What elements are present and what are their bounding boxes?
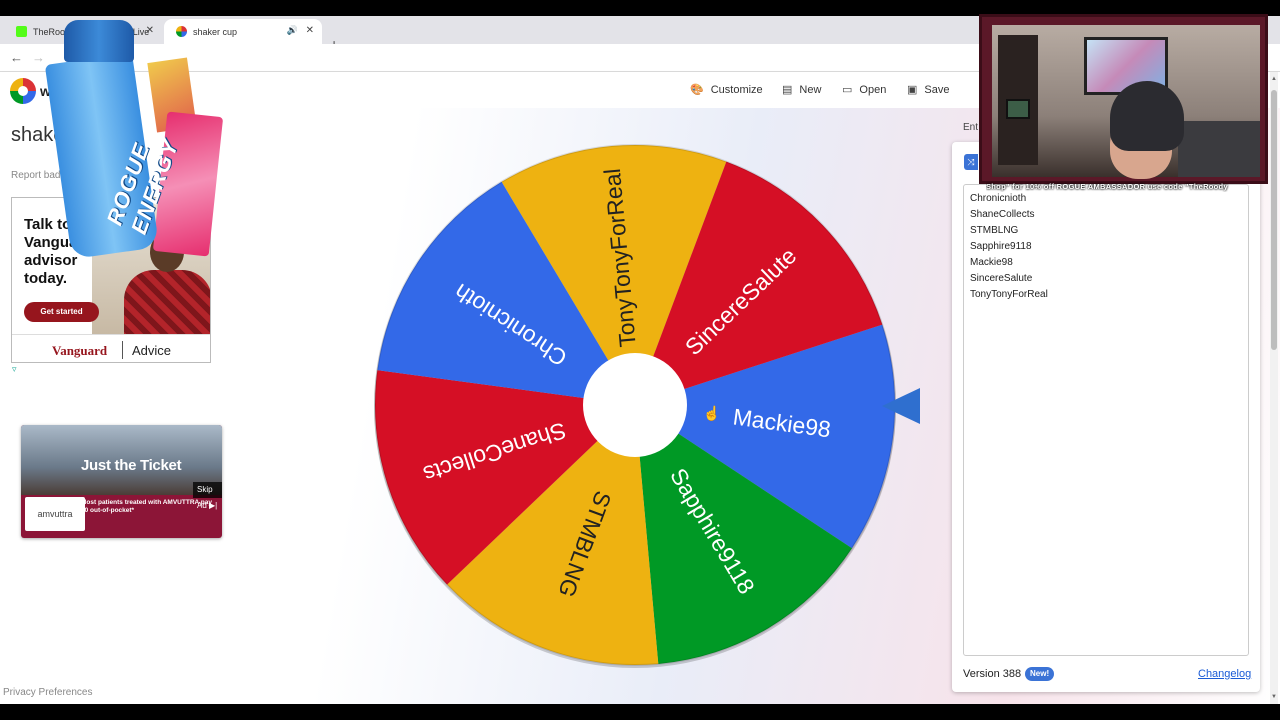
rogue-energy-shaker-overlay: ROGUE ENERGY xyxy=(44,20,224,270)
entry-line[interactable]: Mackie98 xyxy=(970,257,1013,268)
save-button[interactable]: ▣ Save xyxy=(907,83,950,97)
shuffle-button[interactable]: ⤨ xyxy=(964,154,978,170)
ad-headline: Just the Ticket xyxy=(81,457,182,474)
back-button[interactable]: ← xyxy=(10,50,23,65)
wheel-center-button[interactable] xyxy=(583,353,687,457)
new-button[interactable]: ▤ New xyxy=(782,83,822,97)
letterbox-bottom xyxy=(0,704,1280,720)
entry-line[interactable]: Sapphire9118 xyxy=(970,241,1032,252)
new-label: New xyxy=(799,83,822,96)
scroll-down-icon[interactable]: ▼ xyxy=(1271,694,1277,700)
webcam-overlay xyxy=(979,14,1268,184)
sponsor-banner: Shop" for 10% off ROGUE AMBASSADOR use c… xyxy=(986,182,1228,191)
webcam-monitor xyxy=(1006,99,1030,119)
save-icon: ▣ xyxy=(907,84,918,96)
webcam-feed xyxy=(992,25,1260,179)
hand-cursor-icon: ☝ xyxy=(703,405,721,421)
vanguard-logo: Vanguard xyxy=(52,343,108,358)
ad-footer: Vanguard Advice xyxy=(12,334,210,362)
ad-person xyxy=(124,270,210,340)
advice-label: Advice xyxy=(132,343,172,358)
new-badge: New! xyxy=(1025,667,1055,681)
entry-line[interactable]: STMBLNG xyxy=(970,225,1018,236)
webcam-person-beanie xyxy=(1110,81,1184,151)
changelog-link[interactable]: Changelog xyxy=(1198,668,1251,680)
entry-line[interactable]: TonyTonyForReal xyxy=(970,289,1048,300)
adchoices-icon[interactable]: ▿ xyxy=(12,364,17,375)
amvuttra-logo: amvuttra xyxy=(25,497,85,531)
spin-wheel[interactable]: Mackie98 Sapphire9118 STMBLNG ShaneCollects… xyxy=(372,142,898,668)
amvuttra-ad[interactable]: Just the Ticket amvuttra Most patients t… xyxy=(21,425,222,538)
entry-line[interactable]: ShaneCollects xyxy=(970,209,1034,220)
privacy-preferences-link[interactable]: Privacy Preferences xyxy=(3,687,92,698)
file-icon: ▤ xyxy=(782,84,793,96)
entry-line[interactable]: Chronicnioth xyxy=(970,193,1026,204)
scrollbar-thumb[interactable] xyxy=(1271,90,1277,350)
entries-textarea[interactable] xyxy=(963,184,1249,656)
overlay-can-lid xyxy=(64,20,134,62)
webcam-person-body xyxy=(1178,121,1260,177)
wheel-svg[interactable]: Mackie98Sapphire9118STMBLNGShaneCollects… xyxy=(372,142,898,668)
open-label: Open xyxy=(859,83,887,96)
get-started-button[interactable]: Get started xyxy=(24,302,99,322)
wheel-logo-icon[interactable] xyxy=(10,78,36,104)
customize-button[interactable]: 🎨 Customize xyxy=(690,83,763,97)
entry-line[interactable]: SincereSalute xyxy=(970,273,1032,284)
scroll-up-icon[interactable]: ▲ xyxy=(1271,76,1277,82)
ad-body: Most patients treated with AMVUTTRA pay … xyxy=(81,499,212,514)
divider xyxy=(122,341,123,359)
palette-icon: 🎨 xyxy=(690,84,704,96)
forward-button[interactable]: → xyxy=(32,50,45,65)
close-icon[interactable]: ✕ xyxy=(306,25,314,36)
kick-icon xyxy=(16,26,27,37)
open-button[interactable]: ▭ Open xyxy=(842,83,887,97)
tab-entries[interactable]: Ent xyxy=(963,122,978,133)
customize-label: Customize xyxy=(710,83,763,96)
version-label: Version 388 xyxy=(963,668,1022,680)
screen: TheRoodyShow - Watch Live ✕ shaker cup 🔊… xyxy=(0,0,1280,720)
wheel-pointer-icon xyxy=(882,388,920,424)
speaker-icon[interactable]: 🔊 xyxy=(287,25,298,36)
folder-icon: ▭ xyxy=(842,84,853,96)
skip-ad-button[interactable]: Skip Ad ▶| xyxy=(193,482,222,510)
save-label: Save xyxy=(924,83,950,96)
